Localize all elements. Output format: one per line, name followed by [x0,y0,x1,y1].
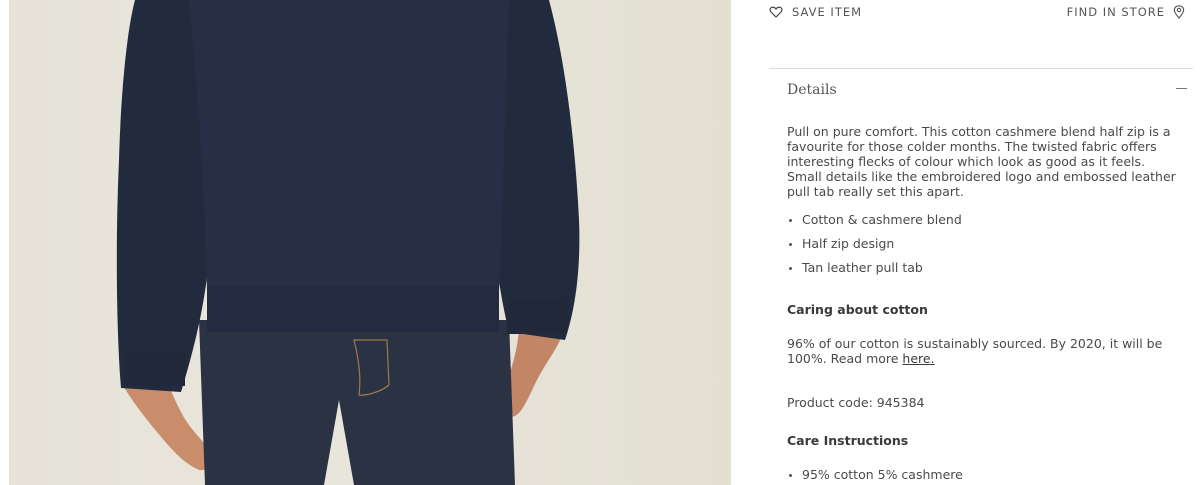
cotton-paragraph: 96% of our cotton is sustainably sourced… [787,336,1177,366]
details-title: Details [787,82,837,98]
details-accordion-header[interactable]: Details [787,79,1191,99]
sweater-hem [207,286,499,332]
feature-item: Cotton & cashmere blend [787,212,1177,236]
sweater-body [189,0,509,320]
left-cuff [125,352,185,386]
find-in-store-label: FIND IN STORE [1066,5,1165,19]
feature-item: Half zip design [787,236,1177,260]
product-code: Product code: 945384 [787,395,925,410]
read-more-link[interactable]: here. [902,351,934,366]
save-item-label: SAVE ITEM [792,5,863,19]
right-cuff [507,298,567,334]
jeans [199,320,515,485]
model-illustration [116,0,580,485]
care-list: 95% cotton 5% cashmere [787,467,1177,485]
section-divider [769,68,1193,69]
feature-list: Cotton & cashmere blend Half zip design … [787,212,1177,284]
feature-item: Tan leather pull tab [787,260,1177,284]
heart-icon [769,5,783,19]
cotton-text: 96% of our cotton is sustainably sourced… [787,336,1163,366]
product-description: Pull on pure comfort. This cotton cashme… [787,124,1176,199]
details-content: Pull on pure comfort. This cotton cashme… [787,124,1177,485]
find-in-store-button[interactable]: FIND IN STORE [1067,5,1185,19]
care-item: 95% cotton 5% cashmere [787,467,1177,485]
product-details-panel: SAVE ITEM FIND IN STORE Details Pull on … [769,0,1193,485]
cotton-heading: Caring about cotton [787,302,928,317]
product-image[interactable] [9,0,731,485]
care-heading: Care Instructions [787,433,909,448]
left-hand [121,378,212,471]
minus-icon[interactable] [1176,88,1187,89]
location-pin-icon [1173,5,1185,19]
product-actions: SAVE ITEM FIND IN STORE [769,5,1193,25]
save-item-button[interactable]: SAVE ITEM [769,5,862,19]
